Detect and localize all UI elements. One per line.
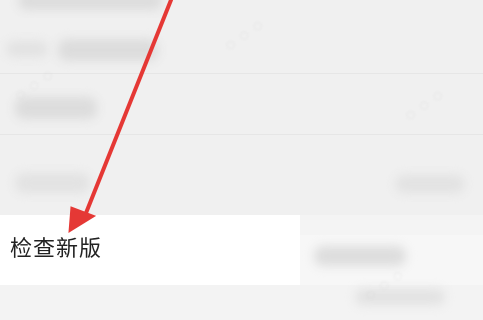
blurred-row-1[interactable] xyxy=(0,0,483,19)
blurred-row-4[interactable] xyxy=(0,135,483,215)
blurred-lower-area xyxy=(0,285,483,320)
settings-screen: 检查新版 ◦◦◦ ◦◦◦ ◦◦◦ ◦◦◦ xyxy=(0,0,483,320)
check-update-label: 检查新版 xyxy=(10,237,103,262)
